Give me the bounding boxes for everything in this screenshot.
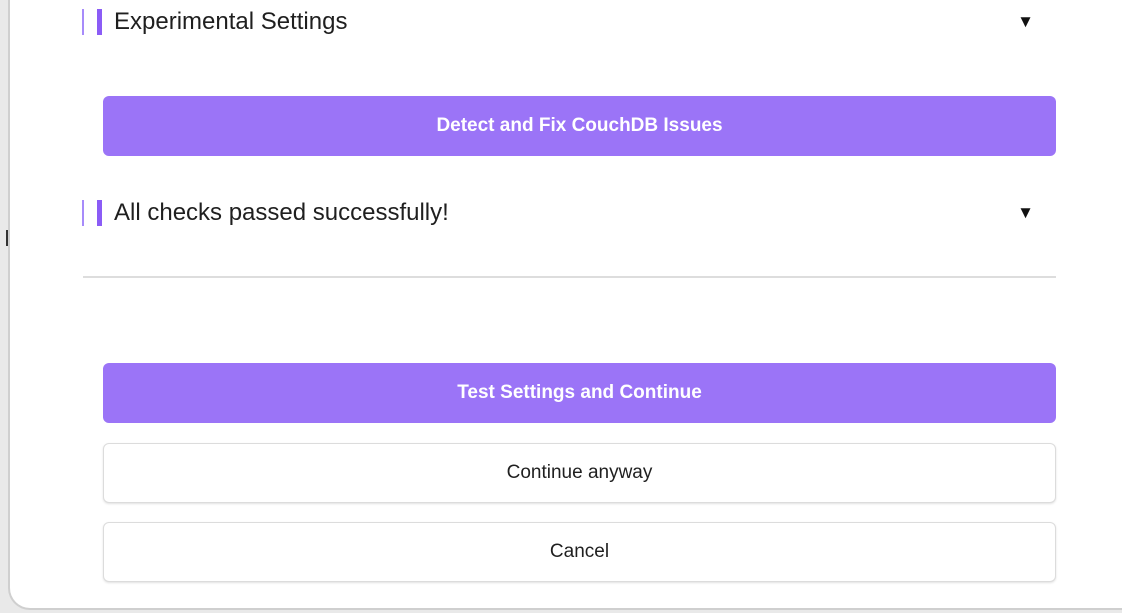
experimental-settings-title: Experimental Settings <box>114 8 348 35</box>
section-accent-bar <box>97 200 102 226</box>
cancel-button[interactable]: Cancel <box>103 522 1056 582</box>
section-divider <box>83 276 1056 278</box>
section-accent-bar <box>97 9 102 35</box>
test-settings-continue-button[interactable]: Test Settings and Continue <box>103 363 1056 423</box>
chevron-down-icon[interactable]: ▼ <box>1017 203 1034 223</box>
checks-result-header[interactable]: All checks passed successfully! ▼ <box>82 197 1042 229</box>
chevron-down-icon[interactable]: ▼ <box>1017 12 1034 32</box>
detect-fix-couchdb-button[interactable]: Detect and Fix CouchDB Issues <box>103 96 1056 156</box>
window-frame: Experimental Settings ▼ Detect and Fix C… <box>0 0 1122 613</box>
continue-anyway-button[interactable]: Continue anyway <box>103 443 1056 503</box>
setup-dialog <box>8 0 1122 610</box>
section-accent-bar <box>82 9 84 35</box>
checks-result-title: All checks passed successfully! <box>114 199 449 226</box>
section-accent-bar <box>82 200 84 226</box>
experimental-settings-header[interactable]: Experimental Settings ▼ <box>82 6 1042 38</box>
window-edge-marker <box>6 230 8 246</box>
